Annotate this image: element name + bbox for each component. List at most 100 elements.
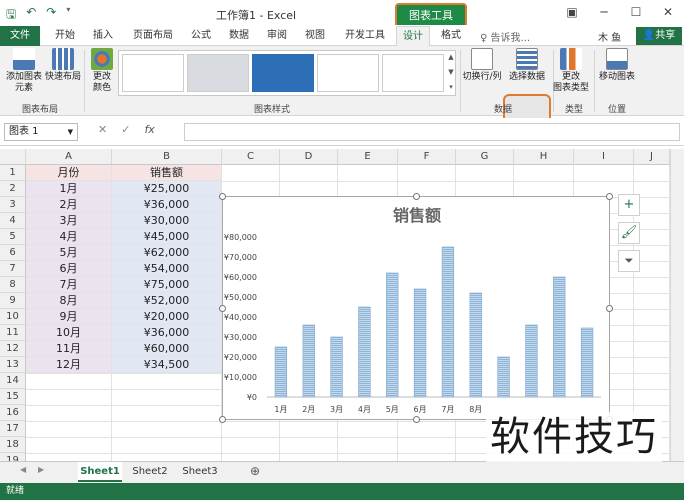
cell-month[interactable]: 5月	[26, 245, 112, 261]
cell-sales[interactable]: ¥45,000	[112, 229, 222, 245]
cell-sales[interactable]: ¥54,000	[112, 261, 222, 277]
cell-sales[interactable]: ¥20,000	[112, 309, 222, 325]
tab-formulas[interactable]: 公式	[184, 26, 218, 46]
switch-row-column-button[interactable]: 切换行/列	[462, 48, 502, 83]
cell-sales[interactable]: ¥36,000	[112, 325, 222, 341]
cell-month[interactable]: 12月	[26, 357, 112, 373]
customize-qat-icon[interactable]: ▾	[66, 5, 70, 26]
select-all-corner[interactable]	[0, 149, 26, 165]
resize-handle[interactable]	[413, 416, 420, 423]
user-name[interactable]: 木 鱼	[598, 29, 621, 44]
vertical-scrollbar[interactable]	[670, 149, 684, 461]
resize-handle[interactable]	[606, 305, 613, 312]
row-header-6[interactable]: 6	[0, 245, 26, 261]
sheet-tab-1[interactable]: Sheet1	[78, 462, 122, 482]
chart-style-3[interactable]	[252, 54, 314, 92]
cell-sales[interactable]: ¥34,500	[112, 357, 222, 373]
column-header-j[interactable]: J	[634, 149, 670, 165]
change-colors-button[interactable]: 更改 颜色	[88, 48, 116, 94]
row-header-2[interactable]: 2	[0, 181, 26, 197]
column-header-i[interactable]: I	[574, 149, 634, 165]
tab-page-layout[interactable]: 页面布局	[126, 26, 180, 46]
select-data-button[interactable]: 选择数据	[505, 48, 549, 83]
cell-sales[interactable]: ¥60,000	[112, 341, 222, 357]
tab-data[interactable]: 数据	[222, 26, 256, 46]
enter-icon[interactable]: ✓	[121, 123, 130, 136]
row-header-15[interactable]: 15	[0, 389, 26, 405]
chart-style-2[interactable]	[187, 54, 249, 92]
tab-insert[interactable]: 插入	[86, 26, 120, 46]
row-header-13[interactable]: 13	[0, 357, 26, 373]
row-header-14[interactable]: 14	[0, 373, 26, 389]
header-cell-month[interactable]: 月份	[26, 165, 112, 181]
ribbon-display-icon[interactable]: ▣	[556, 0, 588, 26]
cell-month[interactable]: 4月	[26, 229, 112, 245]
cell-sales[interactable]: ¥30,000	[112, 213, 222, 229]
resize-handle[interactable]	[219, 416, 226, 423]
close-icon[interactable]: ✕	[652, 0, 684, 26]
row-header-1[interactable]: 1	[0, 165, 26, 181]
cell-month[interactable]: 8月	[26, 293, 112, 309]
formula-input[interactable]	[184, 123, 680, 141]
quick-layout-button[interactable]: 快速布局	[44, 48, 82, 83]
column-header-h[interactable]: H	[514, 149, 574, 165]
redo-icon[interactable]: ↷	[46, 5, 56, 26]
tab-format[interactable]: 格式	[434, 26, 468, 46]
name-box[interactable]: 图表 1 ▼	[4, 123, 78, 141]
sheet-tab-3[interactable]: Sheet3	[178, 462, 222, 482]
cell-sales[interactable]: ¥52,000	[112, 293, 222, 309]
row-header-16[interactable]: 16	[0, 405, 26, 421]
cell-month[interactable]: 9月	[26, 309, 112, 325]
tab-view[interactable]: 视图	[298, 26, 332, 46]
row-header-10[interactable]: 10	[0, 309, 26, 325]
header-cell-sales[interactable]: 销售额	[112, 165, 222, 181]
tab-developer[interactable]: 开发工具	[338, 26, 392, 46]
chart-style-1[interactable]	[122, 54, 184, 92]
move-chart-button[interactable]: 移动图表	[596, 48, 638, 83]
cell-month[interactable]: 10月	[26, 325, 112, 341]
cell-sales[interactable]: ¥36,000	[112, 197, 222, 213]
row-header-12[interactable]: 12	[0, 341, 26, 357]
chart-style-5[interactable]	[382, 54, 444, 92]
resize-handle[interactable]	[219, 193, 226, 200]
share-button[interactable]: 👤共享	[636, 27, 682, 45]
cell-sales[interactable]: ¥75,000	[112, 277, 222, 293]
column-header-b[interactable]: B	[112, 149, 222, 165]
row-header-9[interactable]: 9	[0, 293, 26, 309]
row-header-3[interactable]: 3	[0, 197, 26, 213]
undo-icon[interactable]: ↶	[26, 5, 36, 26]
column-header-e[interactable]: E	[338, 149, 398, 165]
cell-month[interactable]: 11月	[26, 341, 112, 357]
column-header-a[interactable]: A	[26, 149, 112, 165]
minimize-icon[interactable]: ─	[588, 0, 620, 26]
tab-design[interactable]: 设计	[396, 26, 430, 46]
cell-month[interactable]: 1月	[26, 181, 112, 197]
add-chart-element-button[interactable]: 添加图表 元素	[2, 48, 46, 94]
change-chart-type-button[interactable]: 更改 图表类型	[553, 48, 589, 94]
tab-file[interactable]: 文件	[0, 26, 40, 46]
column-header-d[interactable]: D	[280, 149, 338, 165]
row-header-19[interactable]: 19	[0, 453, 26, 461]
chart[interactable]: 销售额 ¥0 ¥10,000 ¥20,000 ¥30,000 ¥40,000 ¥50,000…	[219, 193, 613, 423]
row-header-11[interactable]: 11	[0, 325, 26, 341]
prev-sheet-icon[interactable]: ◀	[20, 465, 26, 474]
resize-handle[interactable]	[606, 193, 613, 200]
name-box-dropdown-icon[interactable]: ▼	[68, 124, 73, 140]
column-header-c[interactable]: C	[222, 149, 280, 165]
column-header-g[interactable]: G	[456, 149, 514, 165]
chart-elements-button[interactable]: +	[618, 194, 640, 216]
tab-review[interactable]: 审阅	[260, 26, 294, 46]
row-header-7[interactable]: 7	[0, 261, 26, 277]
resize-handle[interactable]	[219, 305, 226, 312]
insert-function-icon[interactable]: fx	[144, 123, 154, 136]
save-icon[interactable]: 🖫	[6, 5, 16, 26]
chart-styles-button[interactable]: 🖌	[618, 222, 640, 244]
cell-sales[interactable]: ¥25,000	[112, 181, 222, 197]
cell-month[interactable]: 7月	[26, 277, 112, 293]
cell-month[interactable]: 2月	[26, 197, 112, 213]
column-header-f[interactable]: F	[398, 149, 456, 165]
tab-home[interactable]: 开始	[48, 26, 82, 46]
cell-sales[interactable]: ¥62,000	[112, 245, 222, 261]
cell-month[interactable]: 3月	[26, 213, 112, 229]
sheet-tab-2[interactable]: Sheet2	[128, 462, 172, 482]
